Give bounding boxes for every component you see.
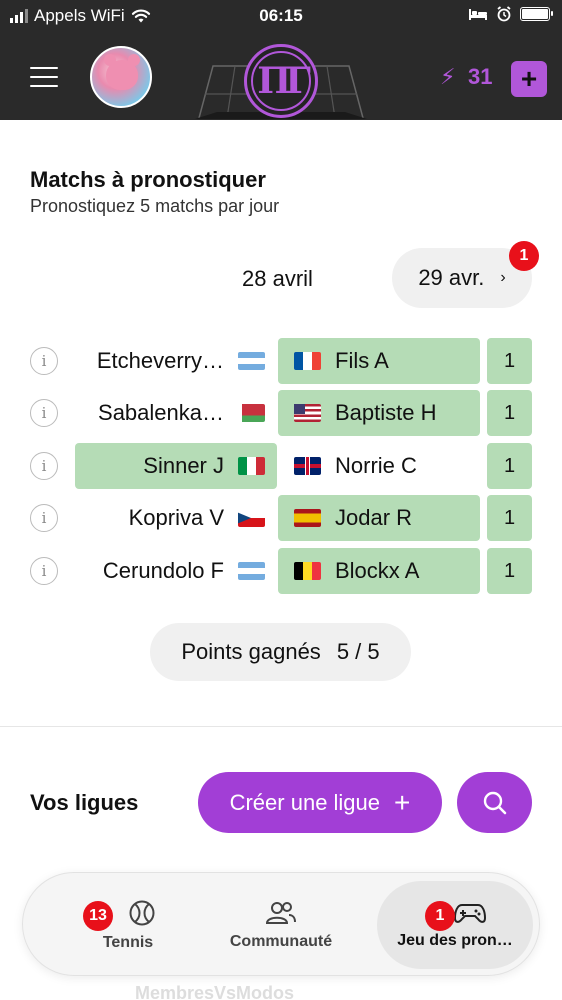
flag-spain-icon [294, 509, 321, 527]
player-left[interactable]: Etcheverry… [75, 338, 277, 384]
player-name: Baptiste H [335, 400, 437, 425]
player-name: Jodar R [335, 505, 413, 530]
search-button[interactable] [457, 772, 532, 833]
status-bar: Appels WiFi 06:15 [0, 0, 562, 32]
info-icon[interactable]: i [30, 557, 58, 585]
flag-belarus-icon [238, 404, 265, 422]
player-right[interactable]: Norrie C [278, 443, 480, 489]
player-name: Fils A [335, 348, 389, 373]
score-box[interactable]: 1 [487, 390, 532, 436]
league-peek-text: MembresVsModos [135, 983, 295, 1000]
player-right[interactable]: Baptiste H [278, 390, 480, 436]
app-logo: ΠΓ [244, 44, 318, 118]
points-label: Points gagnés [181, 639, 321, 664]
nav-community-label: Communauté [229, 933, 333, 950]
match-row: i Cerundolo F Blockx A 1 [0, 548, 562, 594]
leagues-title: Vos ligues [30, 790, 139, 815]
match-row: i Etcheverry… Fils A 1 [0, 338, 562, 384]
player-right[interactable]: Jodar R [278, 495, 480, 541]
player-name: Cerundolo F [102, 558, 224, 583]
player-name: Norrie C [335, 453, 417, 478]
bed-icon [469, 9, 487, 20]
current-date: 28 avril [242, 266, 313, 291]
points-value: 5 / 5 [336, 639, 380, 664]
section-divider [0, 726, 562, 727]
next-date-badge: 1 [509, 241, 539, 271]
add-button[interactable]: + [511, 61, 547, 97]
matches-subtitle: Pronostiquez 5 matchs par jour [30, 196, 280, 216]
nav-community[interactable]: Communauté [216, 873, 346, 977]
prediction-badge: 1 [425, 901, 455, 931]
match-row: i Sinner J Norrie C 1 [0, 443, 562, 489]
player-name: Blockx A [335, 558, 420, 583]
matches-title: Matchs à pronostiquer [30, 167, 266, 192]
battery-icon [520, 7, 553, 21]
gamepad-icon [453, 904, 487, 923]
player-name: Etcheverry… [96, 348, 224, 373]
player-name: Sinner J [143, 453, 224, 478]
flag-uk-icon [294, 457, 321, 475]
score-box[interactable]: 1 [487, 495, 532, 541]
avatar[interactable] [90, 46, 152, 108]
info-icon[interactable]: i [30, 347, 58, 375]
player-left[interactable]: Kopriva V [75, 495, 277, 541]
app-header: ΠΓ ⚡ 31 + [0, 32, 562, 120]
flag-czech-icon [238, 509, 265, 527]
chevron-right-icon: › [500, 269, 506, 286]
score-box[interactable]: 1 [487, 338, 532, 384]
bolt-icon: ⚡ [440, 64, 456, 89]
player-name: Kopriva V [128, 505, 224, 530]
player-left[interactable]: Cerundolo F [75, 548, 277, 594]
plus-icon: + [394, 786, 411, 818]
info-icon[interactable]: i [30, 399, 58, 427]
menu-icon[interactable] [30, 67, 58, 87]
flag-france-icon [294, 352, 321, 370]
player-left[interactable]: Sinner J [75, 443, 277, 489]
info-icon[interactable]: i [30, 504, 58, 532]
create-league-label: Créer une ligue [229, 789, 381, 815]
search-icon [483, 791, 506, 814]
nav-tennis[interactable]: Tennis [63, 873, 193, 977]
nav-prediction-game[interactable]: Jeu des pron… [377, 881, 533, 969]
flag-usa-icon [294, 404, 321, 422]
points-summary: Points gagnés 5 / 5 [150, 623, 411, 681]
info-icon[interactable]: i [30, 452, 58, 480]
bottom-nav: Tennis 13 Communauté Jeu des pron… 1 [22, 872, 540, 976]
energy-count: 31 [468, 64, 493, 89]
flag-belgium-icon [294, 562, 321, 580]
score-box[interactable]: 1 [487, 548, 532, 594]
flag-argentina-icon [238, 352, 265, 370]
create-league-button[interactable]: Créer une ligue + [198, 772, 442, 833]
users-icon [265, 902, 296, 924]
flag-italy-icon [238, 457, 265, 475]
next-date-label: 29 avr. [418, 265, 485, 290]
nav-tennis-label: Tennis [102, 934, 154, 951]
nav-prediction-label: Jeu des pron… [397, 932, 513, 949]
player-right[interactable]: Fils A [278, 338, 480, 384]
player-left[interactable]: Sabalenka… [75, 390, 277, 436]
score-box[interactable]: 1 [487, 443, 532, 489]
match-row: i Kopriva V Jodar R 1 [0, 495, 562, 541]
flag-argentina-icon [238, 562, 265, 580]
match-row: i Sabalenka… Baptiste H 1 [0, 390, 562, 436]
alarm-icon [497, 6, 511, 22]
player-name: Sabalenka… [98, 400, 224, 425]
player-right[interactable]: Blockx A [278, 548, 480, 594]
tennis-ball-icon [129, 900, 155, 926]
tennis-badge: 13 [83, 901, 113, 931]
